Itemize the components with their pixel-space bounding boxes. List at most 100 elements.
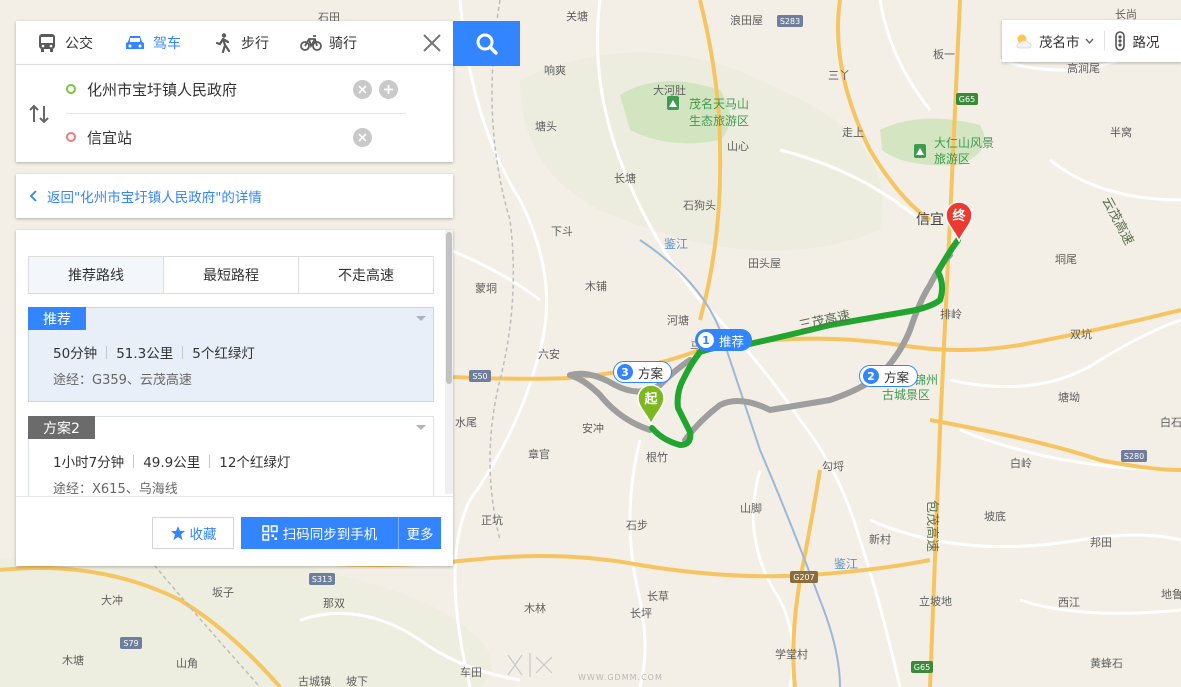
route-preference-tabs: 推荐路线 最短路程 不走高速 — [28, 256, 434, 294]
end-pin[interactable]: 终 — [944, 200, 974, 243]
tab-shortest[interactable]: 最短路程 — [164, 257, 299, 293]
end-input[interactable] — [87, 128, 327, 146]
start-pin[interactable]: 起 — [636, 383, 666, 426]
tab-no-highway[interactable]: 不走高速 — [299, 257, 433, 293]
back-to-details-link[interactable]: 返回"化州市宝圩镇人民政府"的详情 — [16, 174, 453, 218]
scenic-label: 旅游区 — [934, 152, 970, 166]
city-label-xinyi: 信宜 — [916, 212, 944, 228]
plan-duration: 50分钟 — [53, 346, 98, 362]
place-label: 塘坳 — [1058, 390, 1080, 404]
plan-stats: 1小时7分钟 49.9公里 12个红绿灯 — [53, 451, 290, 471]
place-label: 坂子 — [212, 586, 234, 599]
place-label: 白石 — [1160, 415, 1181, 429]
bike-icon — [300, 34, 322, 51]
expand-caret-icon[interactable] — [416, 425, 426, 430]
more-button[interactable]: 更多 — [399, 517, 441, 549]
plan-badge: 推荐 — [28, 307, 86, 330]
search-icon — [476, 33, 498, 55]
partly-cloudy-icon — [1016, 34, 1032, 49]
route-1-marker[interactable]: 1 推荐 — [695, 329, 753, 351]
clear-end-button[interactable] — [353, 128, 372, 147]
mode-tab-bus[interactable]: 公交 — [25, 21, 104, 65]
place-label: 木塘 — [62, 653, 84, 667]
place-label: 石狗头 — [683, 199, 716, 212]
add-waypoint-button[interactable] — [379, 80, 398, 99]
place-label: 木铺 — [585, 280, 607, 293]
mode-label: 骑行 — [329, 35, 357, 52]
scrollbar-thumb[interactable] — [446, 232, 452, 384]
favorite-button[interactable]: 收藏 — [152, 517, 234, 549]
scenic-label: 大仁山风景 — [934, 136, 994, 150]
place-label: 大冲 — [101, 593, 123, 607]
place-label: 车田 — [460, 665, 482, 679]
place-label: 长坪 — [630, 607, 652, 620]
favorite-label: 收藏 — [189, 527, 217, 543]
end-pin-label: 终 — [952, 209, 966, 224]
traffic-label: 路况 — [1132, 35, 1160, 51]
route-2-marker[interactable]: 2 方案 — [859, 365, 919, 387]
mode-label: 驾车 — [153, 35, 181, 52]
place-label: 坡下 — [346, 675, 368, 687]
search-button[interactable] — [453, 21, 520, 66]
place-label: 走上 — [842, 126, 864, 139]
expand-caret-icon[interactable] — [416, 316, 426, 321]
place-label: 石步 — [626, 519, 648, 532]
travel-mode-bar: 公交 驾车 步行 骑行 — [16, 21, 453, 65]
place-label: 山脚 — [740, 501, 762, 515]
tab-recommended[interactable]: 推荐路线 — [29, 257, 164, 293]
place-label: 板一 — [933, 47, 955, 61]
place-label: 新村 — [869, 532, 891, 546]
close-icon[interactable] — [421, 32, 443, 54]
route-plan-1[interactable]: 推荐 50分钟 51.3公里 5个红绿灯 途经：G359、云茂高速 — [28, 307, 434, 402]
place-label: 长塘 — [614, 171, 636, 185]
qr-code-icon — [262, 525, 278, 541]
watermark-text: WWW.GDMM.COM — [578, 673, 663, 682]
place-label: 章官 — [528, 447, 550, 461]
route-number: 2 — [863, 368, 879, 384]
place-label: 六安 — [538, 347, 560, 361]
place-label: 田头屋 — [748, 257, 781, 270]
send-to-phone-button[interactable]: 扫码同步到手机 — [241, 517, 399, 549]
input-divider — [66, 113, 406, 114]
place-label: 蒙垌 — [475, 281, 497, 295]
mode-label: 公交 — [65, 35, 93, 52]
shield-g65-south: G65 — [914, 663, 930, 672]
route-number: 3 — [617, 364, 633, 380]
route-marker-label: 方案 — [638, 365, 664, 381]
plan-stats: 50分钟 51.3公里 5个红绿灯 — [53, 342, 255, 362]
route-marker-label: 推荐 — [719, 333, 745, 349]
swap-icon[interactable] — [28, 103, 50, 125]
mode-tab-walk[interactable]: 步行 — [201, 21, 280, 65]
place-label: 浪田屋 — [730, 13, 763, 27]
place-label: 水尾 — [455, 416, 477, 429]
start-pin-label: 起 — [644, 392, 658, 407]
mode-tab-car[interactable]: 驾车 — [113, 21, 192, 65]
plan-duration: 1小时7分钟 — [53, 455, 125, 471]
route-3-marker[interactable]: 3 方案 — [613, 361, 673, 383]
scenic-label: 生态旅游区 — [689, 114, 749, 128]
city-selector[interactable]: 茂名市 — [1002, 20, 1094, 62]
traffic-light-icon — [1114, 31, 1125, 51]
place-label: 坡底 — [984, 509, 1006, 523]
place-label: 半窝 — [1110, 125, 1132, 139]
place-label: 河塘 — [667, 313, 689, 327]
highway-label: 包茂高速 — [924, 500, 940, 552]
back-link-text: 返回"化州市宝圩镇人民政府"的详情 — [47, 190, 262, 206]
scenic-label: 古城景区 — [882, 387, 930, 402]
start-dot-icon — [66, 84, 76, 94]
place-label: 排岭 — [940, 307, 962, 321]
chevron-down-icon — [1084, 38, 1094, 44]
route-actions-bar: 收藏 扫码同步到手机 更多 — [16, 496, 453, 566]
traffic-toggle[interactable]: 路况 — [1114, 31, 1160, 51]
route-results-panel: 推荐路线 最短路程 不走高速 推荐 50分钟 51.3公里 5个红绿灯 途经：G… — [16, 230, 453, 566]
clear-start-button[interactable] — [353, 80, 372, 99]
map-controls-topright: 茂名市 路况 — [1002, 20, 1181, 62]
plan-traffic-lights: 5个红绿灯 — [192, 346, 255, 362]
place-label: 古城镇 — [298, 674, 331, 687]
place-label: 黄蜂石 — [1090, 656, 1123, 670]
start-input[interactable] — [87, 80, 327, 98]
place-label: 下斗 — [551, 225, 573, 238]
chevron-left-icon — [30, 190, 37, 202]
place-label: 根竹 — [646, 450, 668, 464]
mode-tab-bike[interactable]: 骑行 — [289, 21, 368, 65]
